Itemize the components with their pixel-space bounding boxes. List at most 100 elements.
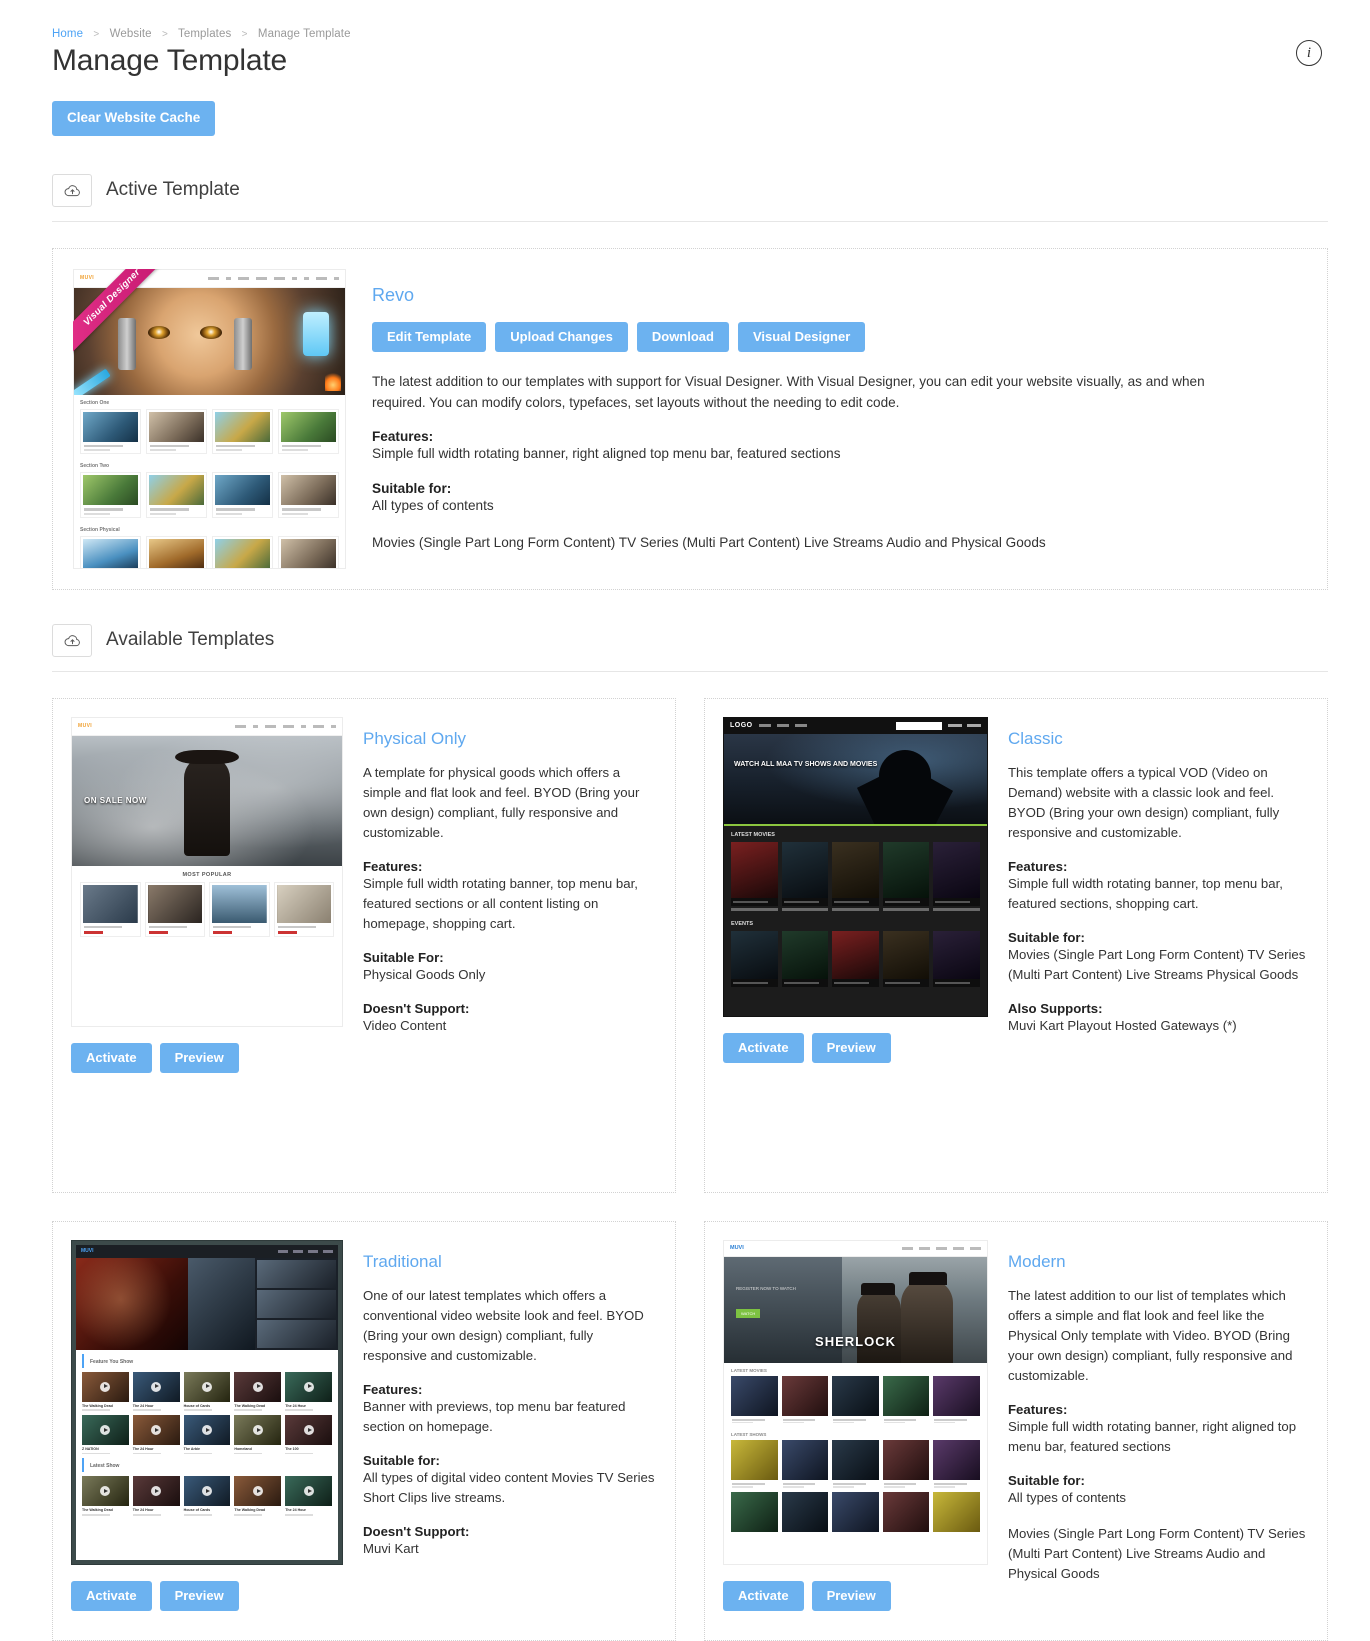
traditional-actions: Activate Preview (71, 1580, 343, 1612)
traditional-thumbnail[interactable]: MUVI Feature You Show The Walking Dead T… (71, 1239, 343, 1565)
classic-actions: Activate Preview (723, 1032, 988, 1064)
preview-item (882, 930, 930, 988)
modern-actions: Activate Preview (723, 1580, 988, 1612)
modern-thumbnail[interactable]: MUVI REGISTER NOW TO WATCH WATCH SHERLOC… (723, 1239, 988, 1565)
active-template-name: Revo (372, 284, 415, 305)
preview-section-label-2: Latest Show (82, 1458, 332, 1473)
revo-thumbnail[interactable]: MUVI Section One Section Two Section Phy… (73, 268, 346, 569)
page-title: Manage Template (52, 44, 287, 77)
activate-button[interactable]: Activate (723, 1580, 804, 1612)
activate-button[interactable]: Activate (71, 1042, 152, 1074)
doesnt-support-label: Doesn't Support: (363, 1524, 470, 1540)
preview-item (146, 408, 207, 455)
preview-button[interactable]: Preview (811, 1032, 891, 1064)
preview-item: The 24 Hour (285, 1371, 332, 1412)
preview-item (832, 1375, 879, 1424)
doesnt-support-value: Video Content (363, 1018, 447, 1034)
breadcrumb-item-home[interactable]: Home (52, 28, 83, 40)
template-card-traditional: MUVI Feature You Show The Walking Dead T… (52, 1220, 676, 1641)
preview-item (80, 408, 141, 455)
preview-section-physical-label: Section Physical (80, 526, 120, 533)
preview-item (278, 408, 339, 455)
preview-item (731, 1375, 778, 1424)
doesnt-support-value: Muvi Kart (363, 1541, 419, 1557)
preview-button[interactable]: Preview (811, 1580, 891, 1612)
preview-item (209, 881, 270, 937)
breadcrumb-separator: > (161, 29, 168, 40)
preview-item (882, 1440, 930, 1489)
preview-item (731, 930, 778, 988)
preview-item (80, 472, 141, 518)
preview-item (933, 1440, 980, 1489)
preview-section-two-label: Section Two (80, 463, 110, 470)
suitable-label: Suitable For: (363, 950, 444, 966)
template-description: A template for physical goods which offe… (363, 764, 640, 841)
available-templates-section-title: Available Templates (106, 629, 275, 651)
features-label: Features: (363, 859, 423, 875)
preview-item (832, 1492, 879, 1533)
active-template-info: Revo Edit Template Upload Changes Downlo… (372, 269, 1307, 569)
physical-only-thumbnail[interactable]: MUVI ON SALE NOW MOST POPULAR (71, 716, 343, 1027)
active-template-section-title: Active Template (106, 179, 240, 201)
activate-button[interactable]: Activate (723, 1032, 804, 1064)
preview-item: House of Cards (183, 1371, 231, 1412)
template-name: Traditional (363, 1251, 442, 1271)
preview-item (212, 408, 273, 455)
suitable-label: Suitable for: (363, 1453, 440, 1469)
preview-item: The Walking Dead (234, 1371, 282, 1412)
preview-item (80, 535, 141, 568)
edit-template-button[interactable]: Edit Template (372, 321, 487, 353)
classic-thumbnail[interactable]: LOGO WATCH ALL MAA TV SHOWS AND MOVIES L… (723, 716, 988, 1017)
suitable-value: Physical Goods Only (363, 967, 486, 983)
preview-section-label-2: EVENTS (731, 920, 754, 927)
suitable-label: Suitable for: (1008, 1473, 1085, 1489)
features-value: Simple full width rotating banner, top m… (363, 876, 638, 932)
template-logo: MUVI (80, 275, 95, 282)
preview-grid-two (74, 472, 345, 522)
breadcrumb-item-templates[interactable]: Templates (178, 28, 231, 40)
template-name: Modern (1008, 1251, 1066, 1271)
suitable-label: Suitable for: (372, 481, 452, 497)
available-templates-grid: MUVI ON SALE NOW MOST POPULAR Activate P… (52, 697, 1328, 1641)
preview-item (144, 881, 205, 937)
preview-item: The 24 Hour (132, 1415, 180, 1455)
breadcrumb: Home > Website > Templates > Manage Temp… (52, 28, 1328, 40)
preview-item (731, 1492, 778, 1533)
template-nav-menu (208, 276, 339, 280)
breadcrumb-item-manage-template: Manage Template (257, 28, 351, 40)
preview-item (781, 1375, 829, 1424)
active-template-card: MUVI Section One Section Two Section Phy… (52, 247, 1328, 590)
info-icon[interactable]: i (1296, 40, 1322, 66)
features-value: Simple full width rotating banner, right… (1008, 1419, 1297, 1455)
upload-changes-button[interactable]: Upload Changes (495, 321, 628, 353)
suitable-value: All types of digital video content Movie… (363, 1470, 655, 1506)
preview-section-one-label: Section One (80, 399, 110, 406)
info-icon-glyph: i (1306, 44, 1312, 61)
preview-banner-text: SHERLOCK (815, 1333, 896, 1349)
active-template-content-types: Movies (Single Part Long Form Content) T… (372, 534, 1046, 550)
preview-item (731, 841, 778, 907)
preview-item: The Walking Dead (82, 1371, 129, 1412)
preview-item (146, 535, 207, 568)
breadcrumb-item-website[interactable]: Website (110, 28, 152, 40)
features-label: Features: (1008, 1402, 1068, 1418)
preview-item (781, 1492, 829, 1533)
active-template-section-header: Active Template (52, 173, 1328, 222)
preview-item (933, 1375, 980, 1424)
doesnt-support-label: Doesn't Support: (363, 1001, 470, 1017)
preview-button[interactable]: Preview (159, 1580, 239, 1612)
preview-item (882, 841, 930, 907)
download-button[interactable]: Download (636, 321, 729, 353)
preview-button[interactable]: Preview (159, 1042, 239, 1074)
template-card-classic: LOGO WATCH ALL MAA TV SHOWS AND MOVIES L… (704, 697, 1328, 1193)
active-template-features: Features: Simple full width rotating ban… (372, 429, 1307, 465)
preview-item (212, 535, 273, 568)
preview-grid-one (74, 408, 345, 459)
page-root: i Home > Website > Templates > Manage Te… (0, 0, 1370, 1641)
preview-item (781, 841, 829, 907)
clear-website-cache-button[interactable]: Clear Website Cache (52, 101, 216, 136)
preview-item: The Arbie (183, 1415, 231, 1455)
activate-button[interactable]: Activate (71, 1580, 152, 1612)
visual-designer-button[interactable]: Visual Designer (737, 321, 866, 353)
preview-item (832, 930, 879, 988)
